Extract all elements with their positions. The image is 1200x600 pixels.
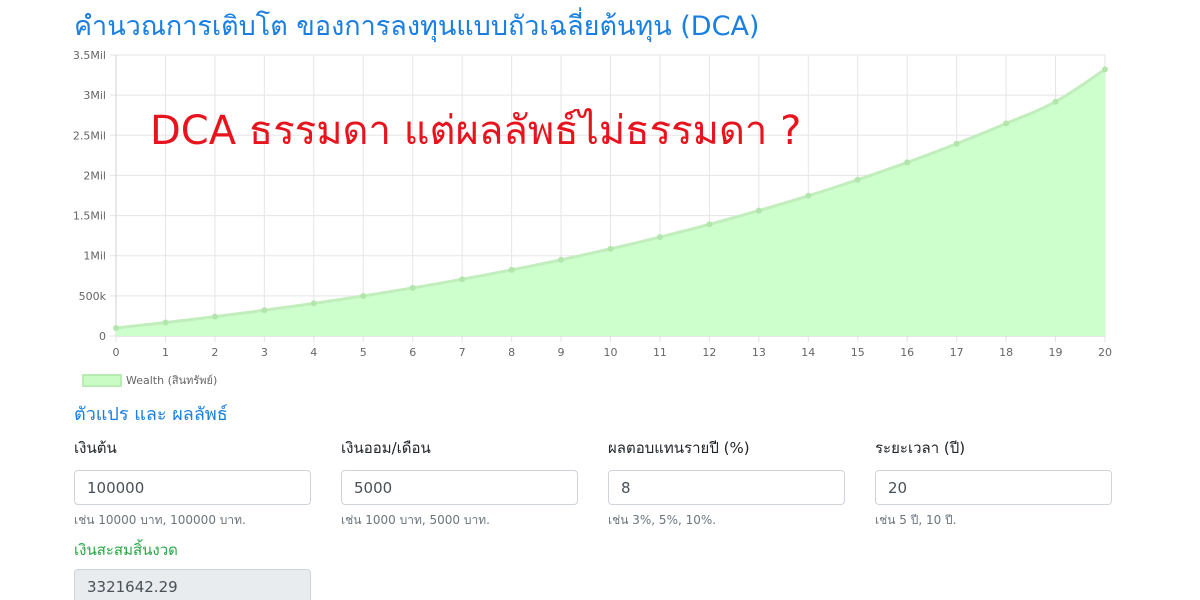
data-point xyxy=(360,292,367,299)
x-tick-label: 6 xyxy=(409,346,416,359)
rate-field: ผลตอบแทนรายปี (%) เช่น 3%, 5%, 10%. xyxy=(608,436,846,530)
x-tick-label: 1 xyxy=(162,346,169,359)
x-tick-label: 14 xyxy=(801,346,815,359)
chart-legend[interactable]: Wealth (สินทรัพย์) xyxy=(82,371,217,389)
legend-swatch xyxy=(82,373,122,387)
section-title: ตัวแปร และ ผลลัพธ์ xyxy=(74,404,228,425)
x-tick-label: 2 xyxy=(211,346,218,359)
years-label: ระยะเวลา (ปี) xyxy=(875,439,966,457)
x-tick-label: 13 xyxy=(752,346,766,359)
data-point xyxy=(1003,120,1010,127)
x-tick-label: 3 xyxy=(261,346,268,359)
monthly-help: เช่น 1000 บาท, 5000 บาท. xyxy=(341,513,490,527)
data-point xyxy=(607,245,614,252)
years-help: เช่น 5 ปี, 10 ปี. xyxy=(875,513,957,527)
principal-input[interactable] xyxy=(74,470,311,505)
data-point xyxy=(261,307,268,314)
result-label: เงินสะสมสิ้นงวด xyxy=(74,541,178,559)
x-tick-label: 17 xyxy=(950,346,964,359)
y-tick-label: 500k xyxy=(79,290,107,303)
monthly-label: เงินออม/เดือน xyxy=(341,439,431,457)
x-tick-label: 11 xyxy=(653,346,667,359)
years-input[interactable] xyxy=(875,470,1112,505)
data-point xyxy=(508,266,515,273)
principal-field: เงินต้น เช่น 10000 บาท, 100000 บาท. xyxy=(74,436,312,530)
data-point xyxy=(558,256,565,263)
x-tick-label: 9 xyxy=(558,346,565,359)
data-point xyxy=(409,284,416,291)
x-tick-label: 19 xyxy=(1049,346,1063,359)
x-tick-label: 16 xyxy=(900,346,914,359)
y-tick-label: 2Mil xyxy=(83,169,106,182)
x-tick-label: 7 xyxy=(459,346,466,359)
x-axis-ticks: 0 1 2 3 4 5 6 7 8 9 10 11 12 13 14 15 16 17 18 19 20 xyxy=(113,346,1113,359)
x-tick-label: 5 xyxy=(360,346,367,359)
rate-label: ผลตอบแทนรายปี (%) xyxy=(608,439,750,457)
data-point xyxy=(310,300,317,307)
data-point xyxy=(459,276,466,283)
wealth-chart: 0500k1Mil1.5Mil2Mil2.5Mil3Mil3.5Mil 0123… xyxy=(73,49,1113,359)
x-tick-label: 0 xyxy=(113,346,120,359)
data-point xyxy=(656,234,663,241)
principal-label: เงินต้น xyxy=(74,439,117,457)
data-point xyxy=(805,192,812,199)
data-point xyxy=(904,159,911,166)
y-tick-label: 2.5Mil xyxy=(73,129,106,142)
data-point xyxy=(1102,66,1108,73)
y-tick-label: 3.5Mil xyxy=(73,49,106,62)
x-tick-label: 10 xyxy=(604,346,618,359)
y-tick-label: 0 xyxy=(99,330,106,343)
x-tick-label: 20 xyxy=(1098,346,1112,359)
monthly-field: เงินออม/เดือน เช่น 1000 บาท, 5000 บาท. xyxy=(341,436,579,530)
x-tick-label: 18 xyxy=(999,346,1013,359)
data-point xyxy=(1052,98,1059,105)
y-tick-label: 1.5Mil xyxy=(73,210,106,223)
x-tick-label: 4 xyxy=(310,346,317,359)
rate-help: เช่น 3%, 5%, 10%. xyxy=(608,513,717,527)
headline-overlay: DCA ธรรมดา แต่ผลลัพธ์ไม่ธรรมดา ? xyxy=(150,108,802,154)
legend-label: Wealth (สินทรัพย์) xyxy=(126,374,218,387)
data-point xyxy=(953,140,960,147)
principal-help: เช่น 10000 บาท, 100000 บาท. xyxy=(74,513,246,527)
data-point xyxy=(113,324,119,331)
data-point xyxy=(162,319,169,326)
years-field: ระยะเวลา (ปี) เช่น 5 ปี, 10 ปี. xyxy=(875,436,1113,530)
result-field: เงินสะสมสิ้นงวด xyxy=(74,538,312,600)
x-tick-label: 8 xyxy=(508,346,515,359)
y-axis-ticks: 0 500k 1Mil 1.5Mil 2Mil 2.5Mil 3Mil 3.5Mil xyxy=(73,49,107,343)
monthly-input[interactable] xyxy=(341,470,578,505)
result-output xyxy=(74,569,311,600)
rate-input[interactable] xyxy=(608,470,845,505)
x-tick-label: 12 xyxy=(702,346,716,359)
data-point xyxy=(706,221,713,228)
data-point xyxy=(211,313,218,320)
x-tick-label: 15 xyxy=(851,346,865,359)
y-tick-label: 1Mil xyxy=(83,250,106,263)
y-tick-label: 3Mil xyxy=(83,89,106,102)
data-point xyxy=(854,176,861,183)
data-point xyxy=(755,207,762,214)
